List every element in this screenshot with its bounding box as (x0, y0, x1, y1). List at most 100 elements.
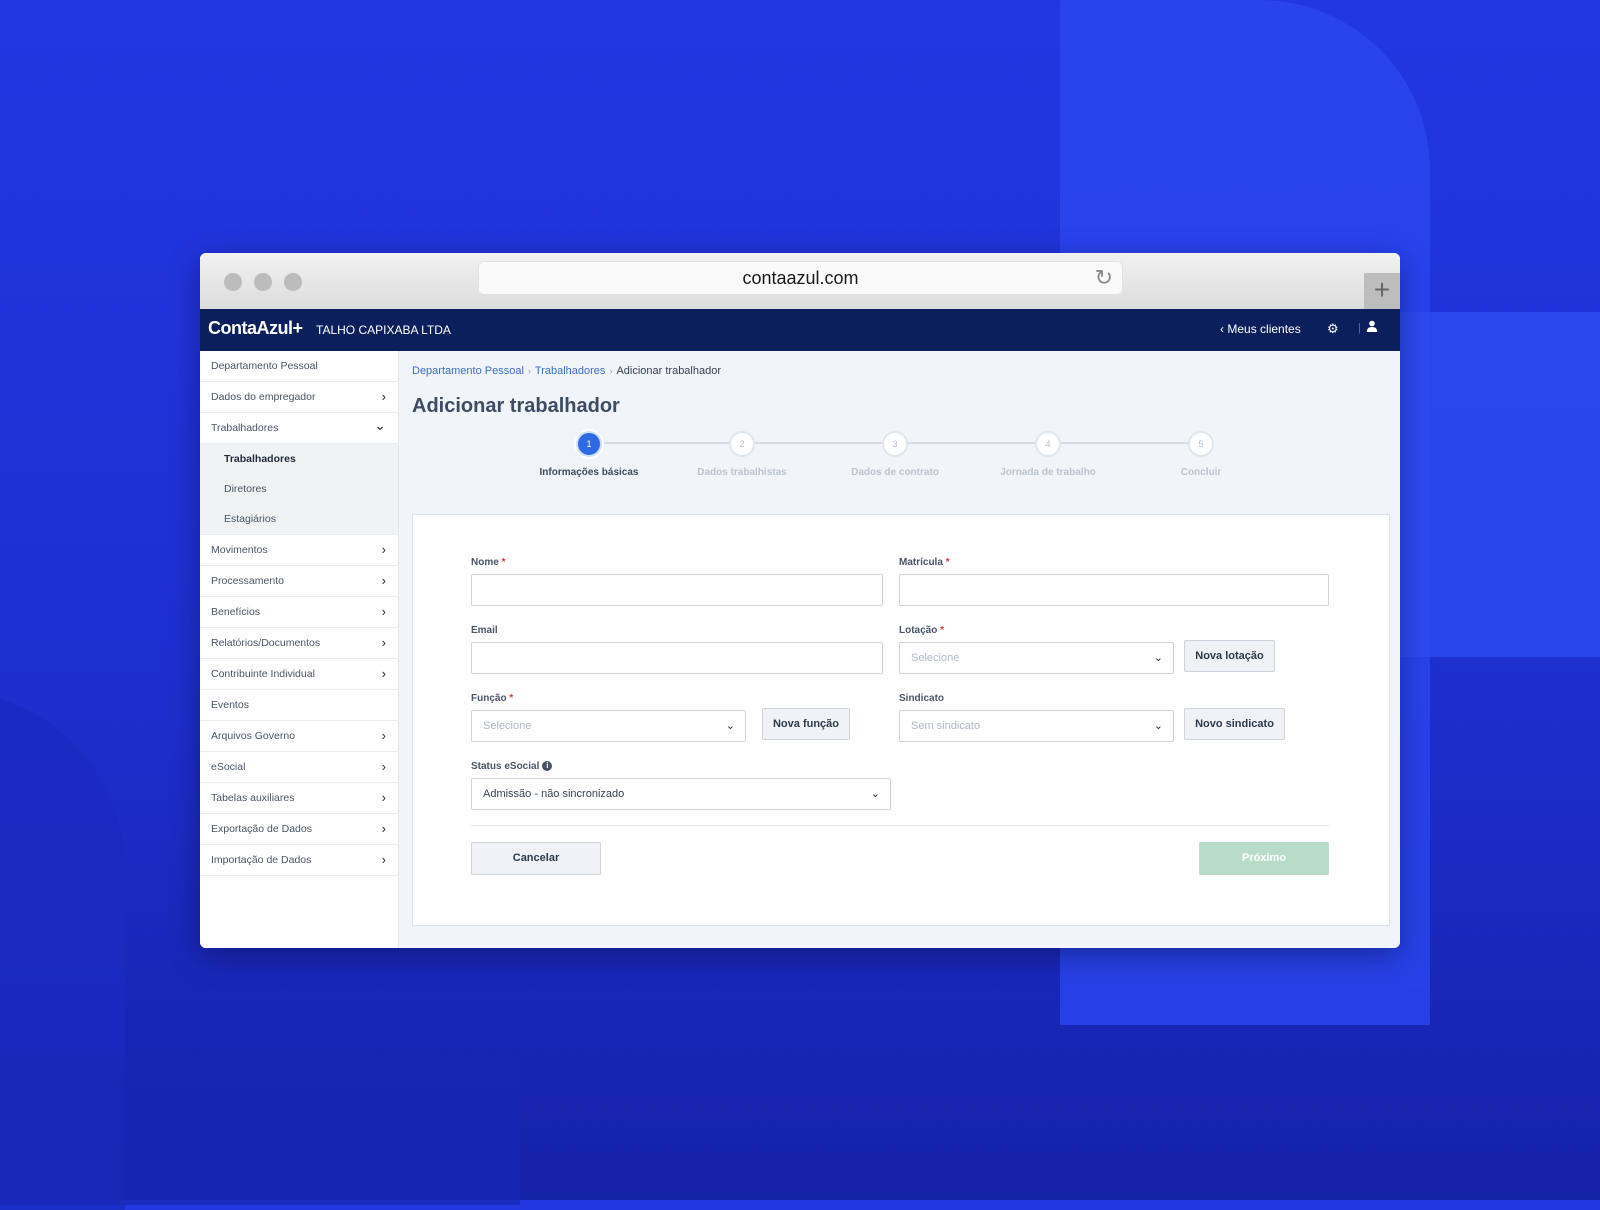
company-name: TALHO CAPIXABA LTDA (316, 323, 451, 337)
status-esocial-label: Status eSocial i (471, 761, 553, 772)
gear-icon[interactable]: ⚙ (1327, 321, 1339, 337)
main-content: Departamento Pessoal › Trabalhadores › Adici… (399, 351, 1400, 948)
email-input[interactable] (471, 642, 883, 674)
sidebar-item-label: Processamento (211, 575, 284, 587)
sindicato-select[interactable]: Sem sindicato ⌄ (899, 710, 1174, 742)
chevron-right-icon: › (381, 389, 386, 404)
meus-clientes-label: Meus clientes (1227, 322, 1301, 336)
sidebar-item-label: Importação de Dados (211, 854, 312, 866)
nome-label-text: Nome (471, 557, 499, 568)
sidebar-item-label: Estagiários (224, 513, 276, 525)
sidebar-item[interactable]: Tabelas auxiliares › (200, 783, 398, 814)
lotacao-label-text: Lotação (899, 625, 938, 636)
chevron-down-icon: ⌄ (725, 720, 735, 732)
lotacao-label: Lotação * (899, 625, 944, 636)
sindicato-placeholder: Sem sindicato (911, 720, 981, 732)
nova-funcao-button[interactable]: Nova função (762, 708, 850, 740)
lotacao-placeholder: Selecione (911, 652, 960, 664)
sidebar-item-label: Dados do empregador (211, 391, 316, 403)
sidebar-item-label: eSocial (211, 761, 246, 773)
divider: | (1358, 322, 1361, 334)
email-label: Email (471, 625, 498, 636)
chevron-right-icon: › (527, 366, 531, 376)
sidebar-item[interactable]: Processamento › (200, 566, 398, 597)
required-marker: * (509, 693, 514, 704)
chevron-right-icon: › (381, 573, 386, 588)
sidebar-item-label: Arquivos Governo (211, 730, 296, 742)
stepper-step: 4 Jornada de trabalho (988, 431, 1108, 478)
funcao-label-text: Função (471, 693, 507, 704)
background-shape (0, 1055, 520, 1205)
meus-clientes-link[interactable]: ‹ Meus clientes (1220, 322, 1301, 336)
sidebar-item-label: Exportação de Dados (211, 823, 312, 835)
sidebar-item-label: Departamento Pessoal (211, 360, 318, 372)
sindicato-label: Sindicato (899, 693, 945, 704)
breadcrumb-link[interactable]: Trabalhadores (535, 365, 606, 377)
sidebar-item-label: Diretores (224, 483, 267, 495)
sidebar-item[interactable]: Dados do empregador › (200, 382, 398, 413)
sidebar-item[interactable]: Departamento Pessoal (200, 351, 398, 382)
window-close-button[interactable] (224, 273, 242, 291)
sidebar: Departamento Pessoal Dados do empregador ›… (200, 351, 399, 948)
sidebar-item[interactable]: Importação de Dados › (200, 845, 398, 876)
breadcrumb-current: Adicionar trabalhador (616, 365, 722, 377)
sidebar-item-label: Benefícios (211, 606, 261, 618)
address-bar[interactable]: contaazul.com ↻ (478, 261, 1123, 295)
chevron-down-icon: ⌄ (1153, 720, 1163, 732)
chevron-right-icon: › (609, 366, 613, 376)
status-esocial-select[interactable]: Admissão - não sincronizado ⌄ (471, 778, 891, 810)
sidebar-item-label: Movimentos (211, 544, 268, 556)
nome-label: Nome * (471, 557, 505, 568)
sidebar-item-label: Eventos (211, 699, 249, 711)
lotacao-select[interactable]: Selecione ⌄ (899, 642, 1174, 674)
sidebar-item[interactable]: Eventos (200, 690, 398, 721)
chevron-right-icon: › (381, 635, 386, 650)
status-value: Admissão - não sincronizado (483, 788, 625, 800)
sidebar-item[interactable]: eSocial › (200, 752, 398, 783)
user-icon[interactable] (1366, 319, 1378, 337)
sidebar-item[interactable]: Movimentos › (200, 535, 398, 566)
new-tab-button[interactable]: + (1364, 273, 1400, 309)
reload-icon[interactable]: ↻ (1095, 267, 1113, 289)
sidebar-item-label: Contribuinte Individual (211, 668, 315, 680)
sidebar-item-label: Trabalhadores (224, 453, 296, 465)
window-maximize-button[interactable] (284, 273, 302, 291)
sidebar-subitem[interactable]: Diretores (200, 474, 398, 504)
sidebar-subitem[interactable]: Trabalhadores (200, 444, 398, 474)
nova-lotacao-button[interactable]: Nova lotação (1184, 640, 1275, 672)
nome-input[interactable] (471, 574, 883, 606)
breadcrumb-link[interactable]: Departamento Pessoal (412, 365, 524, 377)
novo-sindicato-button[interactable]: Novo sindicato (1184, 708, 1285, 740)
plus-icon: + (1373, 274, 1391, 305)
chevron-right-icon: › (381, 542, 386, 557)
stepper-step: 5 Concluir (1141, 431, 1261, 478)
matricula-input[interactable] (899, 574, 1329, 606)
sidebar-item[interactable]: Exportação de Dados › (200, 814, 398, 845)
chevron-down-icon: ⌄ (1153, 652, 1163, 664)
info-icon[interactable]: i (542, 761, 553, 771)
step-label: Dados de contrato (851, 467, 939, 478)
sidebar-item[interactable]: Contribuinte Individual › (200, 659, 398, 690)
stepper-step: 3 Dados de contrato (835, 431, 955, 478)
browser-window: contaazul.com ↻ + ContaAzul+ TALHO CAPIX… (200, 253, 1400, 948)
step-label: Informações básicas (539, 467, 639, 478)
funcao-label: Função * (471, 693, 513, 704)
sidebar-subitem[interactable]: Estagiários (200, 504, 398, 535)
sidebar-item[interactable]: Arquivos Governo › (200, 721, 398, 752)
window-minimize-button[interactable] (254, 273, 272, 291)
step-number: 1 (576, 431, 602, 457)
next-button[interactable]: Próximo (1199, 842, 1329, 875)
logo[interactable]: ContaAzul+ (208, 318, 303, 339)
sidebar-item[interactable]: Benefícios › (200, 597, 398, 628)
stepper-step: 2 Dados trabalhistas (682, 431, 802, 478)
sidebar-item-label: Trabalhadores (211, 422, 279, 434)
sidebar-item[interactable]: Trabalhadores ⌄ (200, 413, 398, 444)
required-marker: * (945, 557, 950, 568)
funcao-select[interactable]: Selecione ⌄ (471, 710, 746, 742)
cancel-button[interactable]: Cancelar (471, 842, 601, 875)
chevron-right-icon: › (381, 666, 386, 681)
browser-chrome: contaazul.com ↻ + (200, 253, 1400, 310)
app-header: ContaAzul+ TALHO CAPIXABA LTDA ‹ Meus cl… (200, 309, 1400, 351)
required-marker: * (940, 625, 945, 636)
sidebar-item[interactable]: Relatórios/Documentos › (200, 628, 398, 659)
